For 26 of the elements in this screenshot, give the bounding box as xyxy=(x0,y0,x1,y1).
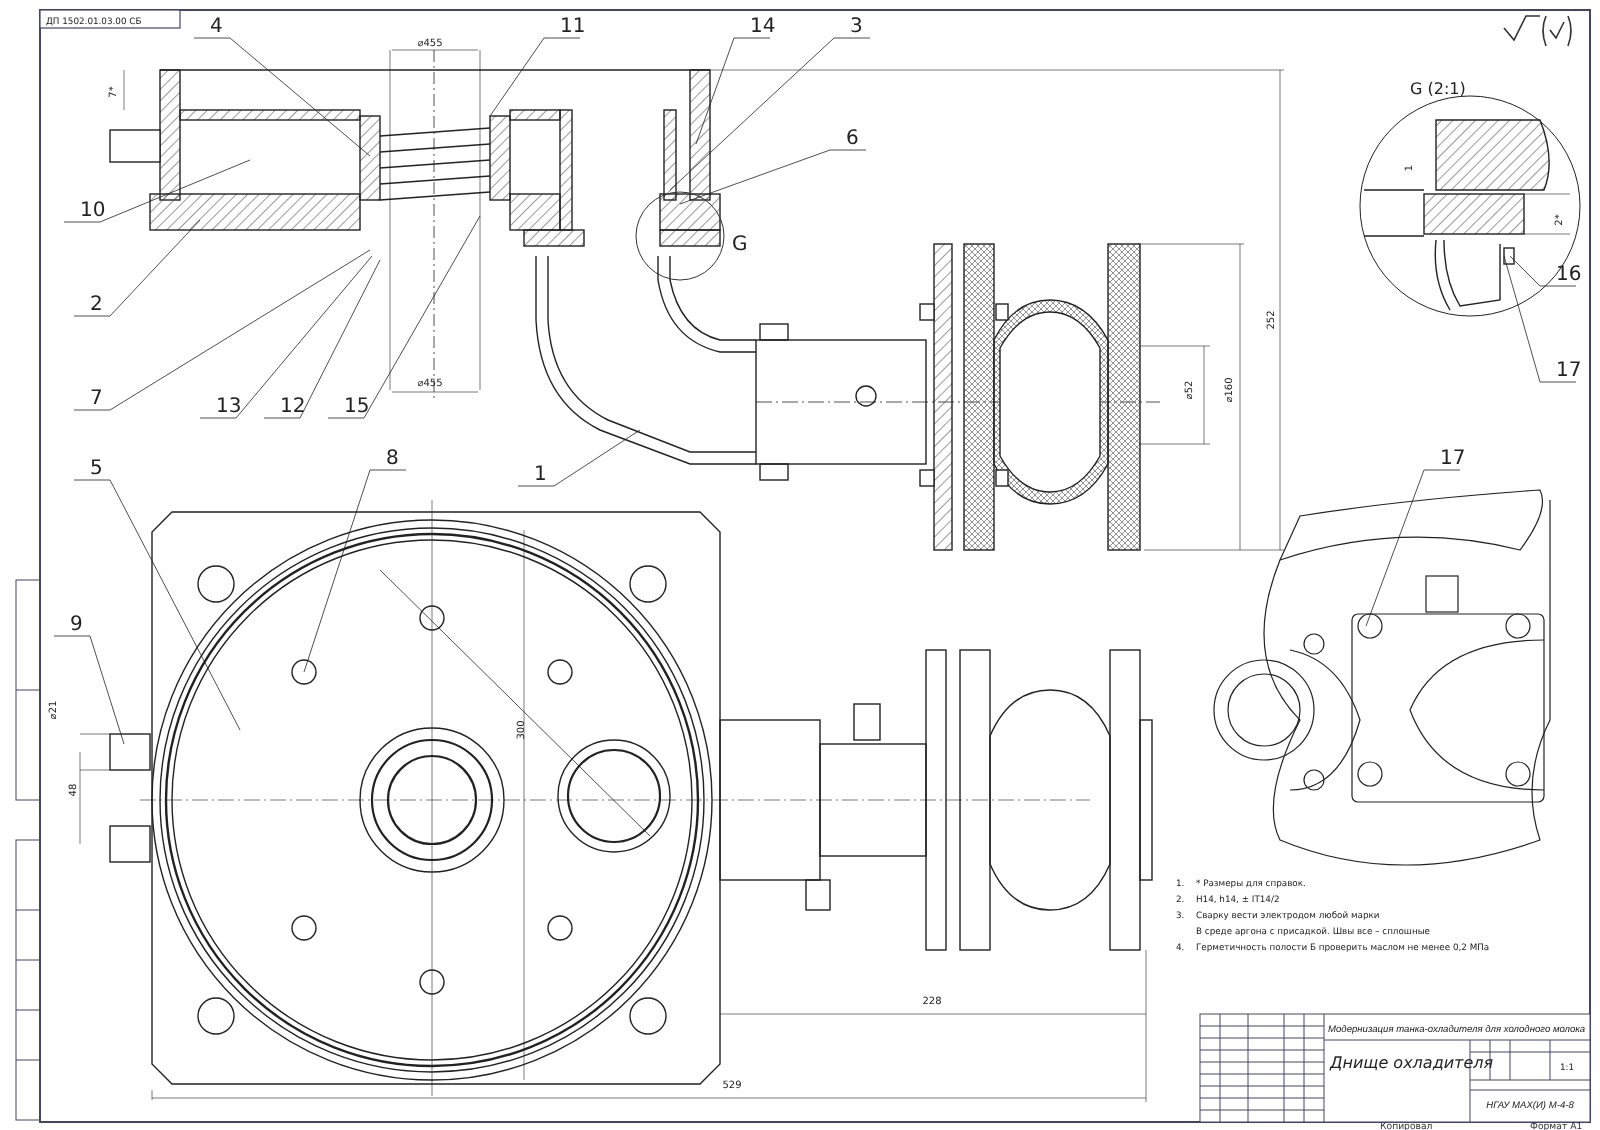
part-number: 3 xyxy=(850,16,863,38)
leader-line xyxy=(517,429,641,487)
part-number: 17 xyxy=(1556,360,1582,382)
part-number: 12 xyxy=(280,396,306,418)
leader-line xyxy=(489,37,581,117)
roughness-icon xyxy=(1503,15,1572,47)
part-number: 10 xyxy=(80,200,106,222)
part-number: 5 xyxy=(90,458,103,480)
part-number: 9 xyxy=(70,614,83,636)
part-number: 1 xyxy=(534,464,547,486)
part-number: 8 xyxy=(386,448,399,470)
part-number: 11 xyxy=(560,16,586,38)
part-number: 14 xyxy=(750,16,776,38)
detail-marker-circle xyxy=(635,191,725,281)
part-number: 4 xyxy=(210,16,223,38)
section-marker: G xyxy=(732,234,748,256)
part-number: 2 xyxy=(90,294,103,316)
part-number: 16 xyxy=(1556,264,1582,286)
part-number: 15 xyxy=(344,396,370,418)
part-number: 13 xyxy=(216,396,242,418)
detail-title: G (2:1) xyxy=(1410,80,1466,98)
part-number: 17 xyxy=(1440,448,1466,470)
drawing-code-stamp xyxy=(39,9,181,29)
part-number: 7 xyxy=(90,388,103,410)
part-number: 6 xyxy=(846,128,859,150)
part-name: Днище охладителя xyxy=(1330,1054,1494,1072)
